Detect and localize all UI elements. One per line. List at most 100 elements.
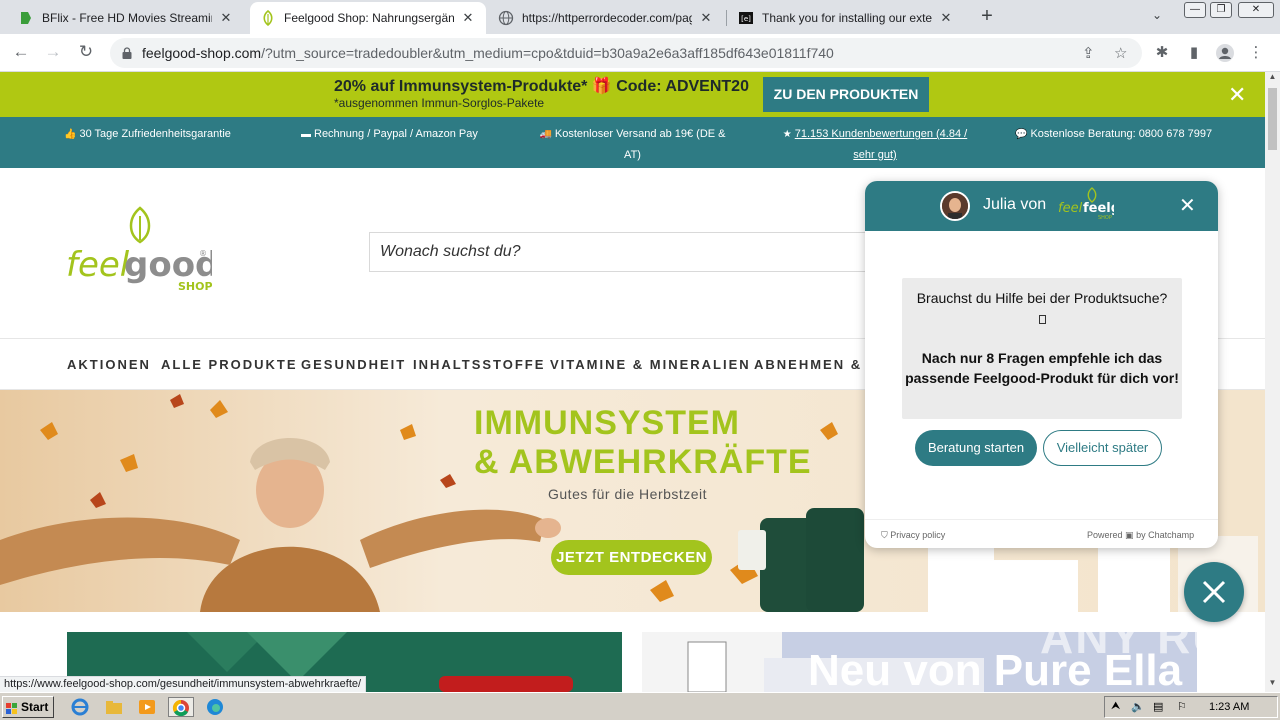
new-tab-button[interactable]: + [976, 6, 998, 28]
action-center-flag-icon[interactable]: ⚐ [1177, 700, 1187, 713]
usp-guarantee: 👍 30 Tage Zufriedenheitsgarantie [64, 124, 231, 145]
tab-bflix[interactable]: BFlix - Free HD Movies Streaming - W ✕ [8, 2, 244, 34]
scroll-thumb[interactable] [1268, 88, 1277, 150]
nav-item-inhaltsstoffe[interactable]: INHALTSSTOFFE [413, 357, 545, 372]
tab-search-chevron-icon[interactable]: ⌄ [1152, 8, 1162, 22]
url-text: feelgood-shop.com/?utm_source=tradedoubl… [142, 45, 834, 61]
restore-button[interactable]: ❐ [1210, 2, 1232, 18]
scroll-down-icon[interactable]: ▼ [1265, 678, 1280, 692]
powered-by-text: by Chatchamp [1136, 530, 1195, 540]
close-window-button[interactable]: ✕ [1238, 2, 1274, 18]
close-chat-icon[interactable]: ✕ [1179, 193, 1196, 218]
usp-text: Rechnung / Paypal / Amazon Pay [314, 128, 478, 140]
edge-icon[interactable] [205, 697, 225, 717]
chat-logo-shop: SHOP [1098, 215, 1112, 221]
tray-expand-icon[interactable]: ⮝ [1111, 700, 1120, 713]
promo-products-button[interactable]: ZU DEN PRODUKTEN [763, 77, 929, 112]
close-tab-icon[interactable]: ✕ [218, 10, 234, 26]
chat-offer: Nach nur 8 Fragen empfehle ich das passe… [905, 350, 1179, 386]
start-consultation-button[interactable]: Beratung starten [915, 430, 1037, 466]
chat-feelgood-logo: feel feelgood SHOP [1058, 185, 1147, 221]
chat-question: Brauchst du Hilfe bei der Produktsuche? [916, 290, 1168, 306]
tab-title: Feelgood Shop: Nahrungsergänzung [284, 11, 454, 25]
menu-kebab-icon[interactable]: ⋮ [1245, 42, 1267, 64]
url-host: feelgood-shop.com [142, 45, 262, 61]
logo-feel-text: feel [66, 245, 130, 285]
tab-feelgood[interactable]: Feelgood Shop: Nahrungsergänzung ✕ [250, 2, 486, 34]
folder-icon[interactable] [104, 697, 124, 717]
bookmark-star-icon[interactable]: ☆ [1114, 44, 1127, 62]
tab-title: https://httperrordecoder.com/page/ [522, 11, 692, 25]
svg-text:feel: feel [1058, 201, 1083, 216]
chat-emoji-placeholder [902, 308, 1182, 328]
search-placeholder: Wonach suchst du? [380, 243, 521, 260]
scroll-up-icon[interactable]: ▲ [1265, 72, 1280, 86]
clock[interactable]: 1:23 AM [1209, 701, 1249, 713]
ie-icon[interactable] [70, 697, 90, 717]
share-icon[interactable]: ⇪ [1082, 44, 1095, 62]
reload-icon[interactable]: ↻ [75, 42, 97, 64]
minimize-button[interactable]: — [1184, 2, 1206, 18]
maybe-later-button[interactable]: Vielleicht später [1043, 430, 1162, 466]
usp-shipping: 🚚 Kostenloser Versand ab 19€ (DE & AT) [535, 124, 730, 165]
forward-arrow-icon[interactable]: → [42, 42, 64, 64]
tab-extension[interactable]: [e] Thank you for installing our extensi… [728, 2, 964, 34]
address-bar[interactable]: feelgood-shop.com/?utm_source=tradedoubl… [110, 38, 1142, 68]
usp-text: Kostenloser Versand ab 19€ (DE & AT) [554, 128, 726, 161]
thumbs-up-icon: 👍 [64, 129, 77, 140]
network-icon[interactable]: ▤ [1153, 700, 1163, 713]
promo-note: *ausgenommen Immun-Sorglos-Pakete [334, 96, 545, 110]
start-button[interactable]: Start [2, 696, 54, 718]
browser-toolbar: ← → ↻ feelgood-shop.com/?utm_source=trad… [0, 34, 1280, 72]
close-promo-icon[interactable]: ✕ [1228, 82, 1246, 108]
volume-icon[interactable]: 🔈 [1131, 700, 1145, 713]
feelgood-logo[interactable]: feel good ® SHOP [66, 206, 219, 296]
chat-agent-name: Julia von [983, 196, 1047, 213]
url-path: /?utm_source=tradedoubler&utm_medium=cpo… [261, 45, 834, 61]
search-input[interactable]: Wonach suchst du? [369, 232, 889, 272]
hero-discover-button[interactable]: JETZT ENTDECKEN [551, 540, 712, 575]
nav-item-aktionen[interactable]: AKTIONEN [67, 357, 151, 372]
system-tray: ⮝ 🔈 ▤ ⚐ 1:23 AM [1104, 696, 1278, 718]
chat-toggle-close-button[interactable] [1184, 562, 1244, 622]
privacy-policy-link[interactable]: ⛉ Privacy policy [881, 530, 945, 541]
powered-text: Powered [1087, 530, 1123, 540]
hero-subline: Gutes für die Herbstzeit [548, 486, 708, 502]
close-tab-icon[interactable]: ✕ [698, 10, 714, 26]
lock-icon [122, 46, 132, 59]
chat-logo-word: feelgood [1083, 201, 1114, 216]
profile-avatar-icon[interactable] [1214, 42, 1236, 64]
usp-text: 30 Tage Zufriedenheitsgarantie [79, 128, 231, 140]
globe-icon [498, 10, 514, 26]
usp-text: Kostenlose Beratung: 0800 678 7997 [1030, 128, 1213, 140]
extension-favicon: [e] [738, 10, 754, 26]
promo-banner: 20% auf Immunsystem-Produkte* 🎁 Code: AD… [0, 72, 1265, 117]
nav-item-alle-produkte[interactable]: ALLE PRODUKTE [161, 357, 298, 372]
close-tab-icon[interactable]: ✕ [460, 10, 476, 26]
chat-message-bubble: Brauchst du Hilfe bei der Produktsuche? … [902, 278, 1182, 419]
media-player-icon[interactable] [137, 697, 157, 717]
back-arrow-icon[interactable]: ← [10, 42, 32, 64]
agent-avatar [940, 191, 970, 221]
nav-item-abnehmen[interactable]: ABNEHMEN & F [754, 357, 878, 372]
hero-headline-2: & ABWEHRKRÄFTE [474, 443, 812, 481]
nav-item-gesundheit[interactable]: GESUNDHEIT [301, 357, 406, 372]
extensions-puzzle-icon[interactable]: ✱ [1151, 42, 1173, 64]
card-icon: ▬ [301, 129, 311, 140]
tab-title: Thank you for installing our extensio [762, 11, 932, 25]
nav-item-vitamine[interactable]: VITAMINE & MINERALIEN [550, 357, 751, 372]
taskbar: Start ⮝ 🔈 ▤ ⚐ 1:23 AM [0, 692, 1280, 720]
close-tab-icon[interactable]: ✕ [938, 10, 954, 26]
tab-httperrordecoder[interactable]: https://httperrordecoder.com/page/ ✕ [488, 2, 724, 34]
svg-text:[e]: [e] [741, 15, 751, 23]
page-scrollbar[interactable]: ▲ ▼ [1265, 72, 1280, 692]
usp-reviews[interactable]: ★ 71.153 Kundenbewertungen (4.84 / sehr g… [775, 124, 975, 165]
tab-title: BFlix - Free HD Movies Streaming - W [42, 11, 212, 25]
usp-payment: ▬ Rechnung / Paypal / Amazon Pay [301, 124, 478, 145]
chatchamp-icon: ▣ [1125, 530, 1134, 540]
usp-reviews-link[interactable]: 71.153 Kundenbewertungen (4.84 / sehr gu… [795, 128, 967, 161]
chrome-taskbar-icon[interactable] [168, 697, 194, 717]
hero-headline-1: IMMUNSYSTEM [474, 404, 740, 442]
page-viewport: 20% auf Immunsystem-Produkte* 🎁 Code: AD… [0, 72, 1265, 692]
side-panel-icon[interactable]: ▮ [1183, 42, 1205, 64]
